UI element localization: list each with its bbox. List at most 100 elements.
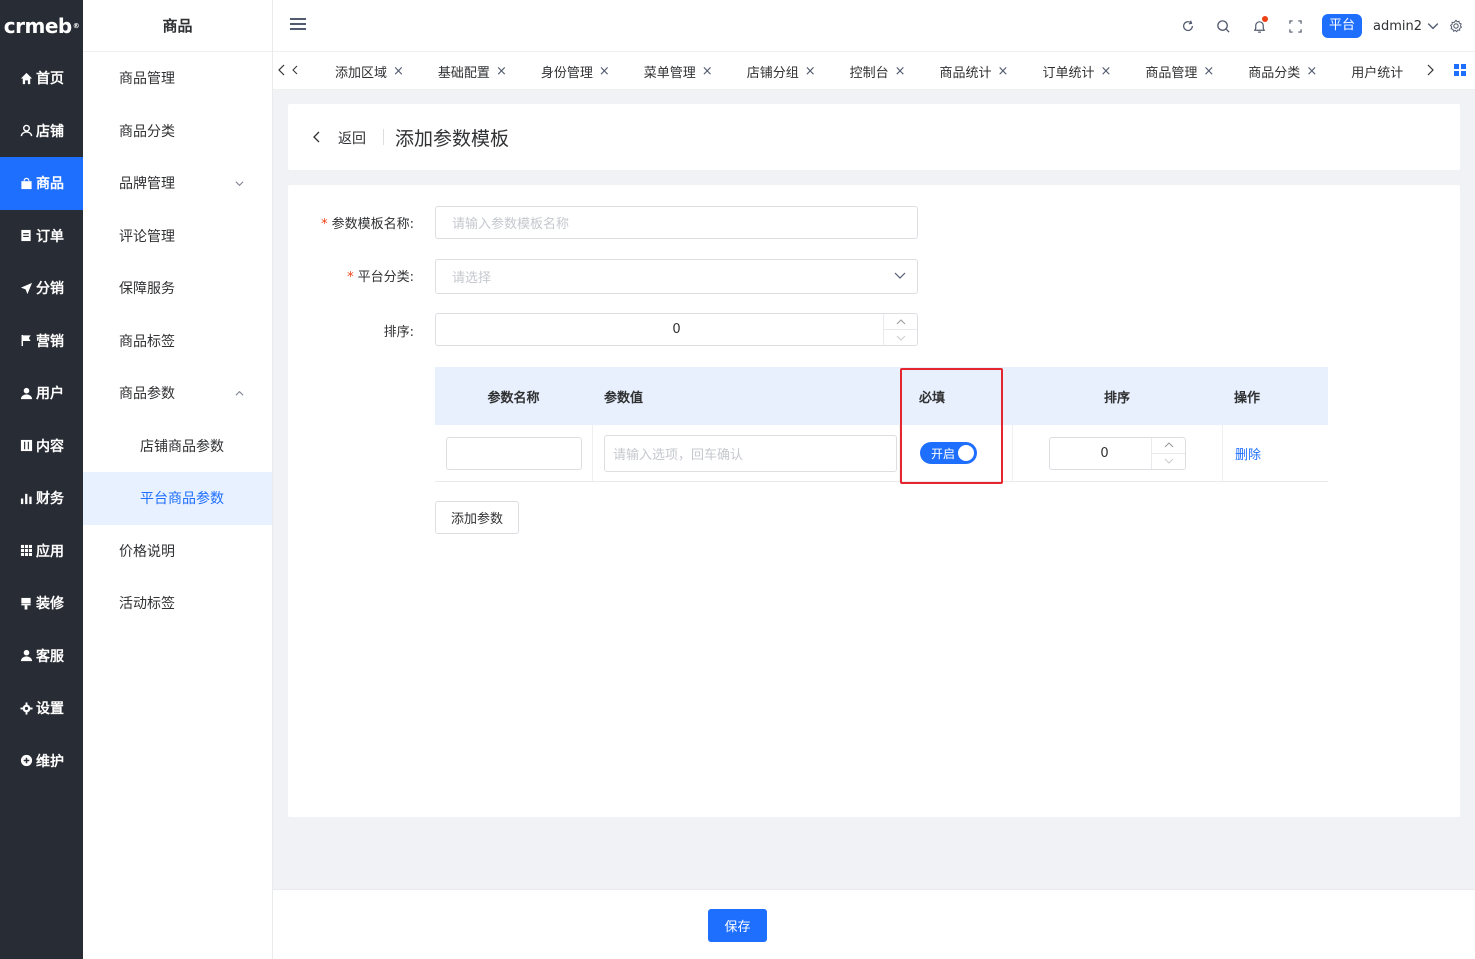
tab[interactable]: 身份管理 ×: [541, 62, 610, 81]
refresh-icon[interactable]: [1179, 17, 1197, 35]
menu-toggle-icon[interactable]: [290, 18, 306, 32]
nav-item[interactable]: 营销: [0, 315, 83, 368]
platform-badge[interactable]: 平台: [1321, 14, 1362, 38]
nav-item[interactable]: 店铺: [0, 105, 83, 158]
back-arrow-icon[interactable]: [312, 130, 322, 144]
tab-close-icon[interactable]: ×: [496, 64, 507, 79]
nav-item[interactable]: 维护: [0, 735, 83, 788]
submenu-item-goods-category[interactable]: 商品分类: [83, 105, 272, 158]
stepper-up-icon[interactable]: [1152, 438, 1185, 453]
submenu-item-goods-manage[interactable]: 商品管理: [83, 52, 272, 105]
tab[interactable]: 基础配置 ×: [438, 62, 507, 81]
tabs-scroll-right-icon[interactable]: [1426, 63, 1434, 81]
fullscreen-icon[interactable]: [1287, 17, 1305, 35]
tab[interactable]: 控制台 ×: [850, 62, 906, 81]
nav-item[interactable]: 装修: [0, 577, 83, 630]
nav-item-label: 装修: [36, 596, 64, 613]
nav-item-label: 维护: [36, 753, 64, 770]
submenu-item-platform-params[interactable]: 平台商品参数: [83, 472, 272, 525]
submenu-item-activity-tags[interactable]: 活动标签: [83, 577, 272, 630]
nav-item[interactable]: 订单: [0, 210, 83, 263]
stepper-up-icon[interactable]: [884, 314, 917, 329]
tab-close-icon[interactable]: ×: [1306, 64, 1317, 79]
nav-item[interactable]: 内容: [0, 420, 83, 473]
nav-item[interactable]: 商品: [0, 157, 83, 210]
tabs-bar: 添加区域 × 基础配置 × 身份管理 × 菜单管理 × 店铺分组 × 控制台 × 商品统计 × 订单统计 × 商…: [273, 52, 1475, 90]
add-param-button[interactable]: 添加参数: [435, 501, 519, 534]
nav-item[interactable]: 应用: [0, 525, 83, 578]
param-value-input[interactable]: 请输入选项，回车确认: [604, 434, 897, 472]
tab-close-icon[interactable]: ×: [895, 64, 906, 79]
nav-item-label: 营销: [36, 333, 64, 350]
tab[interactable]: 用户统计: [1351, 62, 1403, 81]
form-card: * 参数模板名称: 请输入参数模板名称 * 平台分类: 请选择 排序: 0 参数名称…: [288, 185, 1460, 817]
tab[interactable]: 添加区域 ×: [335, 62, 404, 81]
bell-icon[interactable]: [1251, 16, 1269, 35]
tab[interactable]: 订单统计 ×: [1042, 62, 1111, 81]
param-name-input[interactable]: [446, 436, 582, 470]
delete-link[interactable]: 删除: [1235, 444, 1261, 463]
submenu-item-label: 平台商品参数: [140, 491, 224, 508]
username: admin2: [1372, 18, 1422, 34]
back-link[interactable]: 返回: [338, 128, 366, 148]
tab[interactable]: 菜单管理 ×: [644, 62, 713, 81]
submenu-item-goods-params[interactable]: 商品参数: [83, 367, 272, 420]
crmeb-logo[interactable]: crmeb ®: [0, 0, 83, 52]
nav-item[interactable]: 首页: [0, 52, 83, 105]
stepper-down-icon[interactable]: [884, 329, 917, 345]
page-title: 添加参数模板: [395, 128, 510, 150]
required-switch[interactable]: 开启: [920, 442, 977, 464]
params-table: 参数名称 参数值 必填 排序 操作 请输入选项，回车确认 开启 0 删除: [435, 367, 1328, 482]
tab-close-icon[interactable]: ×: [805, 64, 816, 79]
grid-icon: [19, 544, 33, 558]
sort-input[interactable]: 0: [435, 313, 918, 346]
nav-item[interactable]: 设置: [0, 682, 83, 735]
main-nav: crmeb ® 首页店铺商品 订单 分销营销用户内容 财务 应用装修客服 设置维护: [0, 0, 83, 959]
nav-item[interactable]: 财务: [0, 472, 83, 525]
row-sort-value: 0: [1100, 445, 1109, 461]
nav-item-label: 首页: [36, 71, 64, 88]
tab-close-icon[interactable]: ×: [393, 64, 404, 79]
tabs-menu-grid-icon[interactable]: [1454, 64, 1466, 76]
tab-close-icon[interactable]: ×: [702, 64, 713, 79]
tabs-scroll-left-icon[interactable]: [278, 63, 300, 81]
submenu-item-guarantee[interactable]: 保障服务: [83, 262, 272, 315]
submenu-item-comments[interactable]: 评论管理: [83, 210, 272, 263]
tab-label: 商品统计: [939, 65, 992, 81]
col-action: 操作: [1234, 390, 1261, 406]
tab[interactable]: 商品分类 ×: [1248, 62, 1317, 81]
tab-close-icon[interactable]: ×: [1100, 64, 1111, 79]
gear-icon[interactable]: [1447, 17, 1465, 35]
sub-menu: 商品 商品管理 商品分类 品牌管理 评论管理 保障服务 商品标签 商品参数 店铺…: [83, 0, 273, 959]
gear-icon: [19, 701, 33, 715]
tab[interactable]: 商品统计 ×: [940, 62, 1009, 81]
tab-close-icon[interactable]: ×: [1203, 64, 1214, 79]
required-cell: 开启: [899, 425, 1012, 481]
submenu-item-brand[interactable]: 品牌管理: [83, 157, 272, 210]
tab[interactable]: 店铺分组 ×: [747, 62, 816, 81]
content-icon: [19, 439, 33, 453]
tab-close-icon[interactable]: ×: [599, 64, 610, 79]
submenu-item-price-desc[interactable]: 价格说明: [83, 525, 272, 578]
nav-item[interactable]: 用户: [0, 367, 83, 420]
plus-circle-icon: [19, 754, 33, 768]
row-sort-input[interactable]: 0: [1049, 436, 1186, 470]
nav-item[interactable]: 分销: [0, 262, 83, 315]
submenu-item-store-params[interactable]: 店铺商品参数: [83, 420, 272, 473]
stepper-down-icon[interactable]: [1152, 452, 1185, 469]
submenu-item-goods-tags[interactable]: 商品标签: [83, 315, 272, 368]
template-name-input[interactable]: 请输入参数模板名称: [435, 206, 918, 239]
save-button[interactable]: 保存: [708, 909, 767, 942]
tab-close-icon[interactable]: ×: [998, 64, 1009, 79]
platform-category-select[interactable]: 请选择: [435, 259, 918, 294]
nav-item[interactable]: 客服: [0, 630, 83, 683]
submenu-item-label: 店铺商品参数: [140, 438, 224, 455]
search-icon[interactable]: [1215, 17, 1233, 35]
nav-item-label: 店铺: [36, 123, 64, 140]
nav-item-label: 用户: [36, 386, 64, 403]
user-dropdown[interactable]: admin2: [1373, 19, 1439, 34]
action-cell: 删除: [1222, 425, 1328, 481]
tab[interactable]: 商品管理 ×: [1145, 62, 1214, 81]
chevron-down-icon: [235, 181, 244, 186]
tab-label: 控制台: [849, 65, 889, 81]
